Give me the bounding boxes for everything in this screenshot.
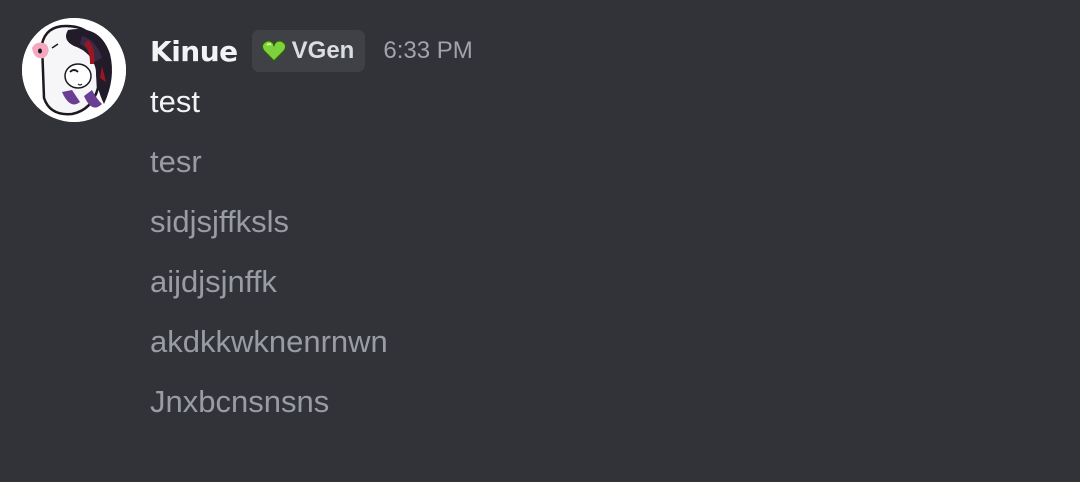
message-text: akdkkwknenrnwn: [150, 324, 388, 359]
chat-area: Kinue VGen 6:33 PM test tesr sidjsjffksl…: [0, 0, 1080, 482]
message-header: Kinue VGen 6:33 PM: [150, 28, 473, 74]
server-tag-label: VGen: [291, 37, 355, 64]
server-tag[interactable]: VGen: [251, 30, 366, 72]
username[interactable]: Kinue: [150, 35, 238, 68]
green-heart-icon: [261, 40, 287, 62]
message-text: Jnxbcnsnsns: [150, 384, 330, 419]
avatar-icon: [22, 18, 126, 122]
message-text: tesr: [150, 144, 202, 179]
message-text: sidjsjffksls: [150, 204, 289, 239]
message-timestamp[interactable]: 6:33 PM: [383, 37, 472, 65]
message-text: aijdjsjnffk: [150, 264, 277, 299]
message-text: test: [150, 84, 200, 119]
user-avatar[interactable]: [22, 18, 126, 122]
